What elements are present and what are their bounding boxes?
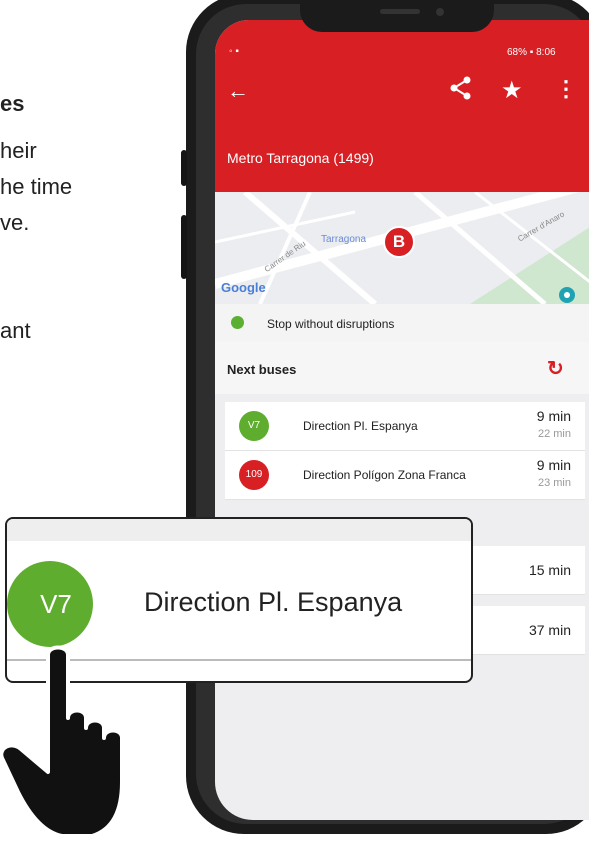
bus-row[interactable]: V7 Direction Pl. Espanya 9 min 22 min (225, 402, 585, 451)
share-icon (450, 76, 471, 100)
callout-line-badge[interactable]: V7 (7, 561, 93, 647)
marker-letter: B (392, 232, 406, 251)
bus-next-arrival: 23 min (537, 477, 571, 489)
line-badge: V7 (239, 411, 269, 441)
bus-arrival-time: 9 min (536, 457, 571, 473)
stop-title: Metro Tarragona (1499) (227, 150, 374, 166)
more-options-button[interactable]: ⋮ (555, 76, 577, 102)
phone-camera (436, 8, 444, 16)
status-bar-right: 68% ▪ 8:06 (507, 47, 556, 58)
phone-notch (300, 0, 494, 32)
bus-arrival-time: 15 min (528, 562, 571, 578)
phone-volume-button (181, 215, 187, 279)
map-place-label: Tarragona (321, 234, 367, 245)
app-screen: ◦ ▪ 68% ▪ 8:06 ← ★ ⋮ Metro Tarragona (14… (215, 20, 589, 820)
refresh-button[interactable]: ↻ (547, 356, 564, 381)
marketing-heading: es (0, 91, 25, 116)
phone-speaker (380, 9, 420, 14)
line-badge: 109 (239, 460, 269, 490)
callout-header-strip (7, 519, 471, 541)
callout-direction: Direction Pl. Espanya (144, 587, 403, 617)
google-logo: Google (221, 280, 266, 295)
marketing-line: ant (0, 318, 31, 343)
favorite-button[interactable]: ★ (501, 76, 523, 105)
status-bar-left: ◦ ▪ (229, 46, 239, 57)
back-button[interactable]: ← (227, 78, 249, 104)
marketing-line: he time (0, 174, 73, 199)
bus-row[interactable]: 109 Direction Polígon Zona Franca 9 min … (225, 451, 585, 500)
app-bar: ◦ ▪ 68% ▪ 8:06 ← ★ ⋮ Metro Tarragona (14… (215, 20, 589, 192)
stop-status: Stop without disruptions (215, 304, 589, 343)
bus-direction: Direction Polígon Zona Franca (303, 468, 466, 482)
map-view[interactable]: Tarragona Carrer de Riu Carrer d'Anaro G… (215, 192, 589, 304)
bus-next-arrival: 22 min (537, 428, 571, 440)
share-button[interactable] (450, 76, 472, 105)
bus-arrival-time: 9 min (536, 408, 571, 424)
next-buses-header: Next buses ↻ (215, 342, 589, 394)
arrow-left-icon: ← (227, 78, 249, 103)
stop-status-text: Stop without disruptions (267, 317, 395, 331)
marketing-line: ve. (0, 210, 30, 235)
more-vertical-icon: ⋮ (555, 76, 577, 101)
bus-stop-marker-icon[interactable]: B (383, 226, 415, 258)
refresh-icon: ↻ (547, 358, 564, 380)
bus-arrival-time: 37 min (528, 622, 571, 638)
bus-direction: Direction Pl. Espanya (303, 419, 418, 433)
status-dot-icon (231, 316, 244, 329)
marketing-line: heir (0, 138, 37, 163)
pointing-hand-icon (0, 645, 124, 838)
phone-side-button (181, 150, 187, 186)
callout-line-number: V7 (40, 589, 72, 619)
next-buses-title: Next buses (227, 362, 297, 377)
star-icon: ★ (501, 77, 523, 104)
